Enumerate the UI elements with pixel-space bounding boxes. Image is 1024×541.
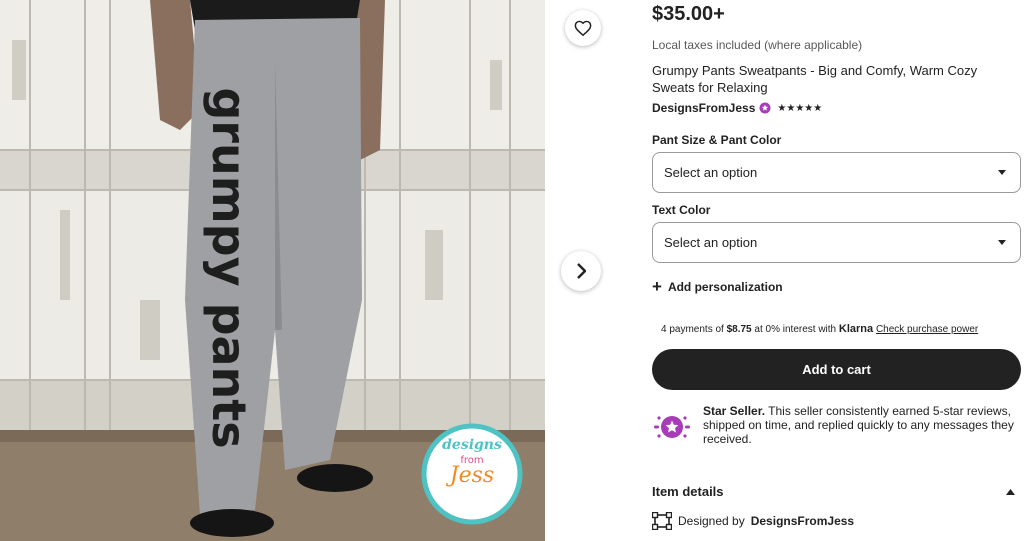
klarna-logo: Klarna (838, 323, 874, 335)
caret-down-icon (998, 170, 1006, 175)
add-to-cart-button[interactable]: Add to cart (652, 349, 1021, 390)
logo-line-1: designs (442, 437, 502, 453)
add-personalization-label: Add personalization (667, 280, 783, 294)
plus-icon: + (652, 277, 662, 296)
caret-down-icon (998, 240, 1006, 245)
pant-size-select[interactable]: Select an option (652, 152, 1021, 193)
pants-print-text: grumpy pants (202, 87, 256, 449)
star-seller-title: Star Seller. (703, 404, 766, 418)
chevron-right-icon (577, 263, 586, 279)
price: $35.00+ (652, 3, 725, 25)
klarna-check-link[interactable]: Check purchase power (876, 324, 978, 335)
rating-stars[interactable]: ★★★★★ (777, 103, 822, 114)
designed-by-row: Designed by DesignsFromJess (652, 512, 854, 530)
taxes-note: Local taxes included (where applicable) (652, 38, 863, 52)
star-seller-badge-icon (654, 416, 690, 438)
designer-name[interactable]: DesignsFromJess (751, 514, 854, 528)
shop-name-link[interactable]: DesignsFromJess (652, 101, 755, 115)
text-color-select[interactable]: Select an option (652, 222, 1021, 263)
shop-row: DesignsFromJess ★★★★★ (652, 101, 822, 115)
pant-size-select-value: Select an option (664, 165, 758, 180)
product-title: Grumpy Pants Sweatpants - Big and Comfy,… (652, 63, 978, 95)
add-personalization-button[interactable]: + Add personalization (652, 277, 783, 296)
item-details-toggle[interactable]: Item details (652, 484, 1021, 499)
product-info-panel: $35.00+ Local taxes included (where appl… (652, 0, 1024, 541)
text-color-select-value: Select an option (664, 235, 758, 250)
star-seller-text: Star Seller. This seller consistently ea… (703, 404, 1021, 446)
designed-by-prefix: Designed by (678, 514, 745, 528)
klarna-prefix: 4 payments of (661, 324, 724, 335)
chevron-up-icon (1006, 488, 1015, 495)
star-seller-small-icon (759, 102, 771, 114)
item-details-label: Item details (652, 484, 724, 499)
klarna-installments: 4 payments of $8.75 at 0% interest with … (661, 323, 978, 335)
product-photo[interactable]: grumpy pants designs from Jess (0, 0, 545, 541)
next-image-button[interactable] (561, 251, 601, 291)
heart-icon (574, 20, 592, 36)
klarna-amount: $8.75 (726, 324, 752, 335)
designed-by-icon (652, 512, 672, 530)
klarna-middle: at 0% interest with (754, 324, 837, 335)
logo-line-3: Jess (449, 463, 495, 488)
text-color-label: Text Color (652, 203, 711, 217)
favorite-button[interactable] (565, 10, 601, 46)
shop-logo: designs from Jess (424, 430, 520, 488)
pant-size-label: Pant Size & Pant Color (652, 133, 782, 147)
